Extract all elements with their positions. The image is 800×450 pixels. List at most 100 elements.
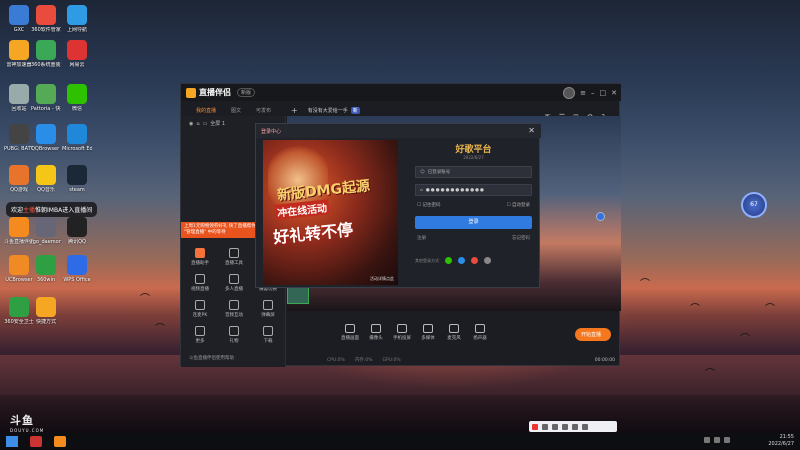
taskbar-live-assistant-icon[interactable] [54, 436, 66, 447]
phone-login-icon[interactable] [484, 257, 491, 264]
promo-banner-image[interactable]: 新版DMG起源 冲在线活动 好礼转不停 活动详情点此 [263, 140, 398, 285]
banner-details-link[interactable]: 活动详情点此 [370, 276, 394, 282]
desktop-icon-label: 360安全卫士 [4, 319, 34, 325]
tab-publish[interactable]: 可发布 [256, 107, 271, 114]
close-icon[interactable]: ✕ [611, 89, 617, 97]
desktop-icon[interactable]: 雷神加速器 [4, 40, 34, 68]
desktop-icon[interactable]: PUBG: BATTLEGR... [4, 124, 34, 152]
volume-icon[interactable] [714, 437, 720, 443]
close-icon[interactable]: ✕ [528, 126, 535, 135]
password-field[interactable]: ⌂ ●●●●●●●●●●●● [415, 184, 532, 196]
tool-item[interactable]: 视频直播 [183, 274, 217, 292]
tool-item[interactable]: 更多 [183, 326, 217, 344]
floating-speed-orb[interactable]: 67 [741, 192, 767, 218]
minimize-icon[interactable]: – [591, 89, 595, 97]
tool-item[interactable]: 礼物 [217, 326, 251, 344]
tool-item[interactable]: 下载 [251, 326, 285, 344]
sidebar-help-link[interactable]: 斗鱼直播伴侣使用帮助 [189, 355, 234, 361]
desktop-icon[interactable]: 360系统重装大师 [31, 40, 61, 68]
forgot-password-link[interactable]: 忘记密码 [512, 235, 530, 241]
desktop-icon[interactable]: Pattoria - 快捷方式 [31, 84, 61, 112]
start-live-button[interactable]: 开始直播 [575, 328, 611, 341]
eye-icon[interactable]: ◉ [189, 121, 193, 127]
brand-logo: 好歌平台 [455, 145, 492, 155]
tool-item[interactable]: 直播助手 [183, 248, 217, 266]
desktop-icon[interactable]: UCBrowser [4, 255, 34, 283]
login-button[interactable]: 登录 [415, 216, 532, 229]
desktop-icon[interactable]: 网易云 [62, 40, 92, 68]
qq-login-icon[interactable] [458, 257, 465, 264]
control-label: 摄像头 [369, 335, 383, 341]
weibo-login-icon[interactable] [471, 257, 478, 264]
desktop-icon[interactable]: 上网导航 [62, 5, 92, 33]
floating-dot[interactable] [596, 212, 605, 221]
control-button[interactable]: 多媒体 [415, 323, 441, 341]
tool-item[interactable]: 连麦PK [183, 300, 217, 318]
desktop-icon[interactable]: 微信 [62, 84, 92, 112]
wechat-login-icon[interactable] [445, 257, 452, 264]
desktop-app-icon [36, 84, 56, 104]
notification-icon[interactable] [724, 437, 730, 443]
control-button[interactable]: 手机投屏 [389, 323, 415, 341]
desktop-icon[interactable]: GXC [4, 5, 34, 33]
ime-punct-icon[interactable] [552, 423, 558, 430]
desktop-app-icon [9, 84, 29, 104]
desktop-icon[interactable]: 回收站 [4, 84, 34, 112]
windows-start-icon[interactable] [6, 436, 18, 447]
desktop-app-icon [36, 5, 56, 25]
add-scene-icon[interactable]: + [291, 106, 298, 115]
tool-item[interactable]: 直播工具 [217, 248, 251, 266]
tool-item[interactable]: 音频互动 [217, 300, 251, 318]
ime-mic-icon[interactable] [562, 423, 568, 430]
login-form: 好歌平台 2022/6/27 ☺ 已登录账号 ⌂ ●●●●●●●●●●●● ☐ … [411, 140, 536, 285]
tool-item[interactable]: 弹幕屏 [251, 300, 285, 318]
version-badge[interactable]: 新版 [237, 88, 256, 97]
tool-item[interactable]: 多人直播 [217, 274, 251, 292]
desktop-icon[interactable]: steam [62, 165, 92, 193]
ime-lang-icon[interactable] [542, 423, 548, 430]
control-icon [475, 323, 485, 333]
desktop-icon[interactable]: 360win [31, 255, 61, 283]
auto-login-checkbox[interactable]: ☐ 自动登录 [507, 202, 530, 208]
app-logo-icon [186, 87, 196, 98]
desktop-icon[interactable]: QQ音乐 [31, 165, 61, 193]
clock[interactable]: 21:55 2022/6/27 [768, 434, 794, 448]
desktop-icon[interactable]: 斗鱼直播伴侣 [4, 217, 34, 245]
username-field[interactable]: ☺ 已登录账号 [415, 166, 532, 178]
network-icon[interactable] [704, 437, 710, 443]
ime-toolbar [529, 421, 617, 432]
control-label: 麦克风 [447, 335, 461, 341]
desktop-icon[interactable]: WPS Office [62, 255, 92, 283]
desktop-icon-label: QQBrowser - 快捷方式 [31, 146, 61, 152]
scene-name[interactable]: 有没有大爱给一手 [308, 107, 348, 114]
desktop-icon[interactable]: fgo_daemon - 快捷方式 [31, 217, 61, 245]
desktop-icon[interactable]: 360软件管家 [31, 5, 61, 33]
desktop-icon[interactable]: 快捷方式 [31, 297, 61, 325]
bird-silhouette: ⌒ [765, 304, 775, 315]
control-button[interactable]: 扬声器 [467, 323, 493, 341]
lock-icon[interactable]: ⌂ [196, 121, 199, 127]
desktop-icon[interactable]: Microsoft Edge [62, 124, 92, 152]
ime-logo-icon[interactable] [532, 423, 538, 430]
desktop-icon[interactable]: 360安全卫士 [4, 297, 34, 325]
taskbar-app-icon[interactable] [30, 436, 42, 447]
brand-block: 好歌平台 2022/6/27 [411, 142, 536, 160]
desktop-icon-label: WPS Office [63, 277, 91, 283]
ime-skin-icon[interactable] [582, 423, 588, 430]
tab-my-live[interactable]: 我的直播 [196, 107, 216, 114]
desktop-icon[interactable]: 腾讯QQ [62, 217, 92, 245]
desktop-icon[interactable]: QQBrowser - 快捷方式 [31, 124, 61, 152]
menu-icon[interactable]: ≡ [580, 89, 586, 97]
avatar[interactable] [563, 87, 576, 99]
control-button[interactable]: 直播画面 [337, 323, 363, 341]
dialog-title: 登录中心 [261, 129, 282, 135]
control-button[interactable]: 摄像头 [363, 323, 389, 341]
register-link[interactable]: 注册 [417, 235, 426, 241]
desktop-icon[interactable]: QQ游戏 [4, 165, 34, 193]
maximize-icon[interactable]: □ [600, 89, 607, 97]
source-thumbnail[interactable] [287, 286, 309, 304]
ime-keyboard-icon[interactable] [572, 423, 578, 430]
control-button[interactable]: 麦克风 [441, 323, 467, 341]
tab-graphic[interactable]: 图文 [231, 107, 241, 114]
remember-checkbox[interactable]: ☐ 记住密码 [417, 202, 440, 208]
